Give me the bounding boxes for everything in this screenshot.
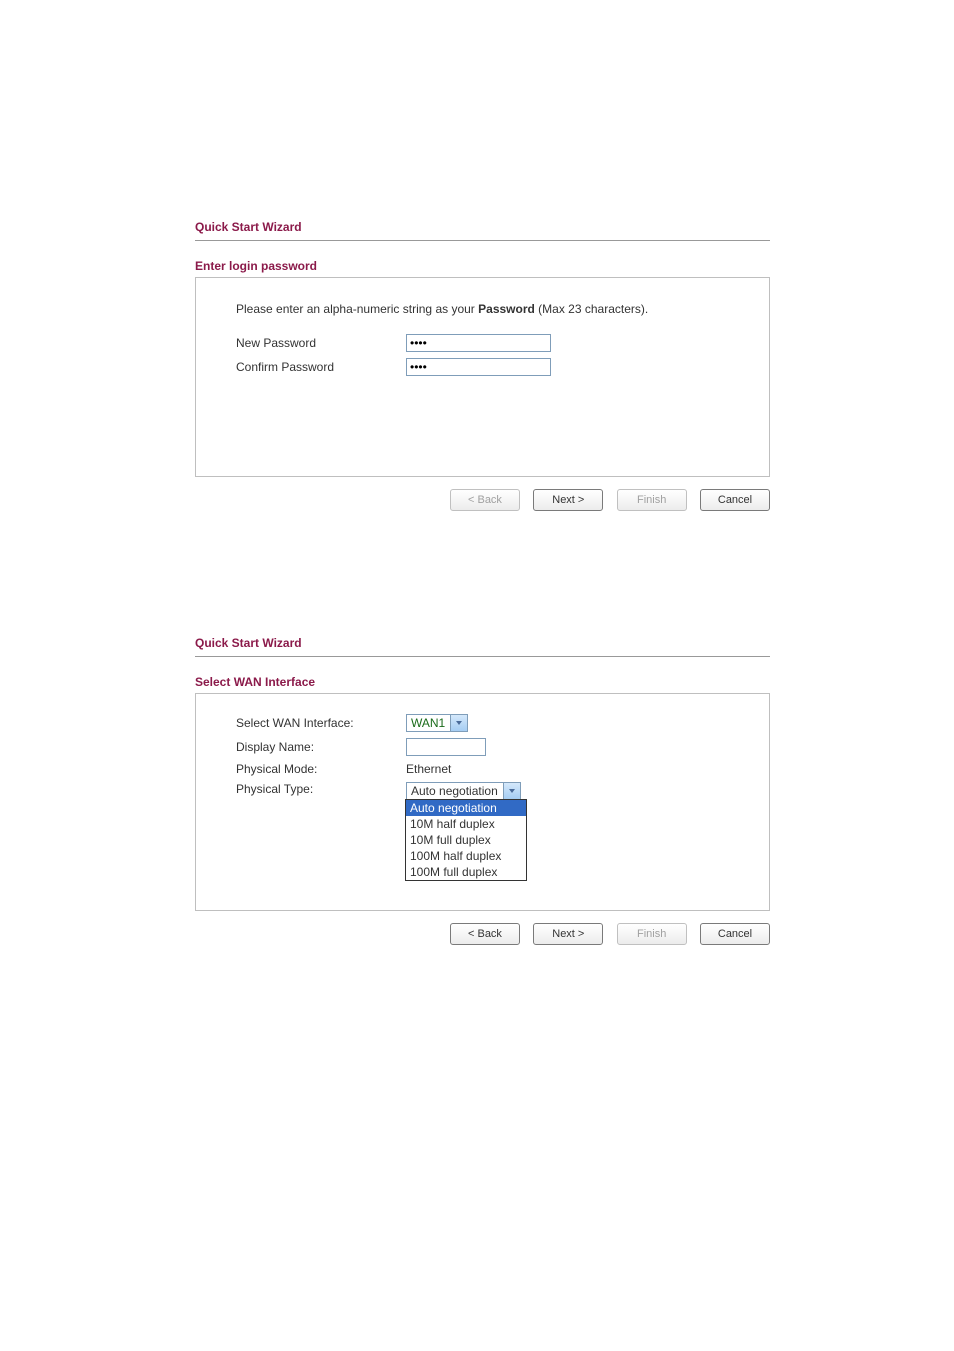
back-button[interactable]: < Back — [450, 923, 520, 945]
confirm-password-label: Confirm Password — [236, 360, 406, 374]
chevron-down-icon — [503, 783, 520, 799]
instruction-post: (Max 23 characters). — [535, 302, 648, 316]
cancel-button[interactable]: Cancel — [700, 923, 770, 945]
select-wan-interface[interactable]: WAN1 — [406, 714, 468, 732]
confirm-password-input[interactable] — [406, 358, 551, 376]
select-physical-type[interactable]: Auto negotiation — [406, 782, 521, 800]
physical-type-label: Physical Type: — [236, 782, 406, 796]
dropdown-option[interactable]: Auto negotiation — [406, 800, 526, 816]
next-button[interactable]: Next > — [533, 489, 603, 511]
row-confirm-password: Confirm Password — [236, 358, 729, 376]
instruction-pre: Please enter an alpha-numeric string as … — [236, 302, 478, 316]
chevron-down-icon — [450, 715, 467, 731]
button-row: < Back Next > Finish Cancel — [195, 923, 770, 945]
finish-button: Finish — [617, 489, 687, 511]
dropdown-option[interactable]: 100M full duplex — [406, 864, 526, 880]
instruction-text: Please enter an alpha-numeric string as … — [236, 302, 729, 316]
select-wan-label: Select WAN Interface: — [236, 716, 406, 730]
dropdown-option[interactable]: 10M full duplex — [406, 832, 526, 848]
next-button[interactable]: Next > — [533, 923, 603, 945]
cancel-button[interactable]: Cancel — [700, 489, 770, 511]
row-select-wan: Select WAN Interface: WAN1 — [236, 714, 729, 732]
row-physical-type: Physical Type: Auto negotiation Auto neg… — [236, 782, 729, 800]
back-button: < Back — [450, 489, 520, 511]
new-password-label: New Password — [236, 336, 406, 350]
wizard-title: Quick Start Wizard — [195, 636, 770, 657]
section-title: Select WAN Interface — [195, 675, 770, 689]
display-name-input[interactable] — [406, 738, 486, 756]
wizard-panel-wan: Quick Start Wizard Select WAN Interface … — [195, 636, 770, 945]
physical-mode-label: Physical Mode: — [236, 762, 406, 776]
physical-mode-value: Ethernet — [406, 762, 451, 776]
content-box: Select WAN Interface: WAN1 Display Name:… — [195, 693, 770, 911]
row-new-password: New Password — [236, 334, 729, 352]
new-password-input[interactable] — [406, 334, 551, 352]
finish-button: Finish — [617, 923, 687, 945]
wizard-title: Quick Start Wizard — [195, 220, 770, 241]
button-row: < Back Next > Finish Cancel — [195, 489, 770, 511]
display-name-label: Display Name: — [236, 740, 406, 754]
dropdown-option[interactable]: 100M half duplex — [406, 848, 526, 864]
instruction-bold: Password — [478, 302, 535, 316]
dropdown-option[interactable]: 10M half duplex — [406, 816, 526, 832]
section-title: Enter login password — [195, 259, 770, 273]
row-physical-mode: Physical Mode: Ethernet — [236, 762, 729, 776]
wizard-panel-password: Quick Start Wizard Enter login password … — [195, 220, 770, 511]
content-box: Please enter an alpha-numeric string as … — [195, 277, 770, 477]
physical-type-dropdown: Auto negotiation 10M half duplex 10M ful… — [405, 799, 527, 881]
row-display-name: Display Name: — [236, 738, 729, 756]
